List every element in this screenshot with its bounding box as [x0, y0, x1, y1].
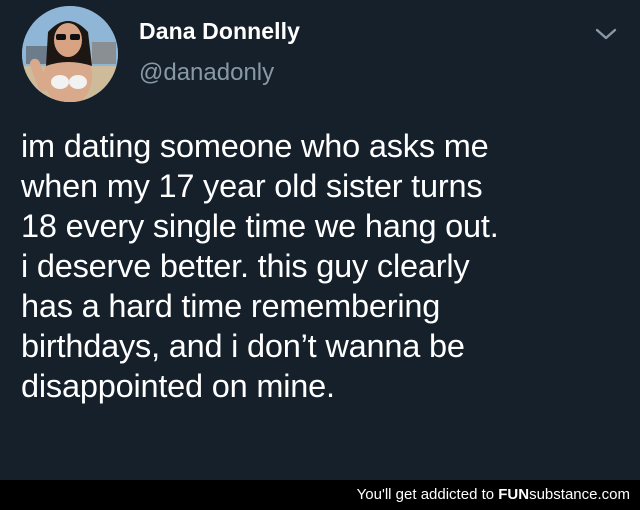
- tweet-text-line: disappointed on mine.: [21, 368, 335, 404]
- watermark-footer: You'll get addicted to FUNsubstance.com: [0, 480, 640, 510]
- tweet-text-line: i deserve better. this guy clearly: [21, 248, 470, 284]
- tweet-text-line: has a hard time remembering: [21, 288, 441, 324]
- watermark-brand-substance: substance: [529, 486, 598, 503]
- avatar-photo: [22, 6, 118, 102]
- watermark-tagline: You'll get addicted to: [356, 486, 499, 503]
- chevron-down-icon[interactable]: [593, 24, 619, 44]
- watermark-text: You'll get addicted to FUNsubstance.com: [357, 486, 630, 503]
- tweet-text-line: birthdays, and i don’t wanna be: [21, 328, 465, 364]
- author-name[interactable]: Dana Donnelly: [139, 18, 300, 45]
- tweet-text: im dating someone who asks me when my 17…: [21, 126, 626, 406]
- tweet-text-line: im dating someone who asks me: [21, 128, 489, 164]
- avatar[interactable]: [22, 6, 118, 102]
- tweet-text-line: when my 17 year old sister turns: [21, 168, 483, 204]
- author-handle[interactable]: @danadonly: [139, 59, 274, 87]
- watermark-brand-tld: .com: [597, 486, 630, 503]
- tweet-text-line: 18 every single time we hang out.: [21, 208, 499, 244]
- tweet-card: Dana Donnelly @danadonly im dating someo…: [0, 0, 640, 480]
- watermark-brand-fun: FUN: [498, 486, 530, 503]
